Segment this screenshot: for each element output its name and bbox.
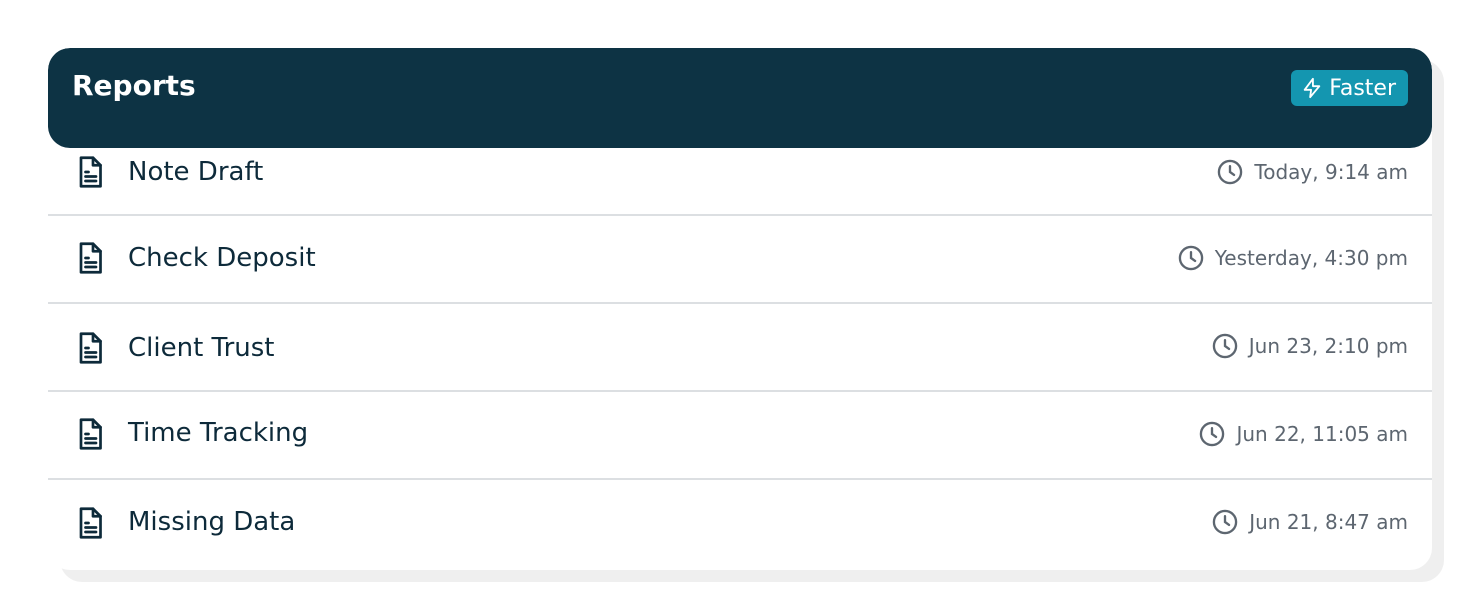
report-name: Note Draft xyxy=(128,157,264,187)
report-timestamp: Today, 9:14 am xyxy=(1216,158,1408,186)
report-time: Today, 9:14 am xyxy=(1254,160,1408,184)
clock-icon xyxy=(1212,333,1238,359)
reports-card: Reports Faster Note Draft Today, 9:14 am… xyxy=(48,48,1432,570)
reports-header: Reports Faster xyxy=(48,48,1432,148)
lightning-icon xyxy=(1303,77,1321,99)
report-timestamp: Yesterday, 4:30 pm xyxy=(1177,244,1408,272)
list-item[interactable]: Check Deposit Yesterday, 4:30 pm xyxy=(48,216,1432,304)
document-icon xyxy=(79,418,102,450)
list-item[interactable]: Client Trust Jun 23, 2:10 pm xyxy=(48,304,1432,392)
report-timestamp: Jun 22, 11:05 am xyxy=(1198,420,1408,448)
document-icon xyxy=(79,156,102,188)
list-item[interactable]: Time Tracking Jun 22, 11:05 am xyxy=(48,392,1432,480)
list-item[interactable]: Missing Data Jun 21, 8:47 am xyxy=(48,480,1432,570)
badge-label: Faster xyxy=(1329,75,1396,101)
faster-badge[interactable]: Faster xyxy=(1291,70,1408,106)
clock-icon xyxy=(1218,159,1243,185)
report-time: Jun 23, 2:10 pm xyxy=(1248,334,1408,358)
document-icon xyxy=(79,332,102,364)
clock-icon xyxy=(1178,245,1203,271)
report-name: Client Trust xyxy=(128,333,275,363)
report-timestamp: Jun 23, 2:10 pm xyxy=(1211,332,1408,360)
document-icon xyxy=(79,242,102,274)
report-time: Jun 22, 11:05 am xyxy=(1236,422,1408,446)
report-name: Time Tracking xyxy=(128,418,309,448)
report-time: Yesterday, 4:30 pm xyxy=(1214,246,1408,270)
report-timestamp: Jun 21, 8:47 am xyxy=(1211,508,1408,536)
clock-icon xyxy=(1200,421,1225,447)
clock-icon xyxy=(1212,509,1238,535)
document-icon xyxy=(79,507,102,539)
reports-list: Note Draft Today, 9:14 am Check Deposit … xyxy=(48,128,1432,570)
page-title: Reports xyxy=(72,69,196,102)
report-name: Missing Data xyxy=(128,507,296,537)
report-name: Check Deposit xyxy=(128,243,316,273)
report-time: Jun 21, 8:47 am xyxy=(1249,510,1408,534)
